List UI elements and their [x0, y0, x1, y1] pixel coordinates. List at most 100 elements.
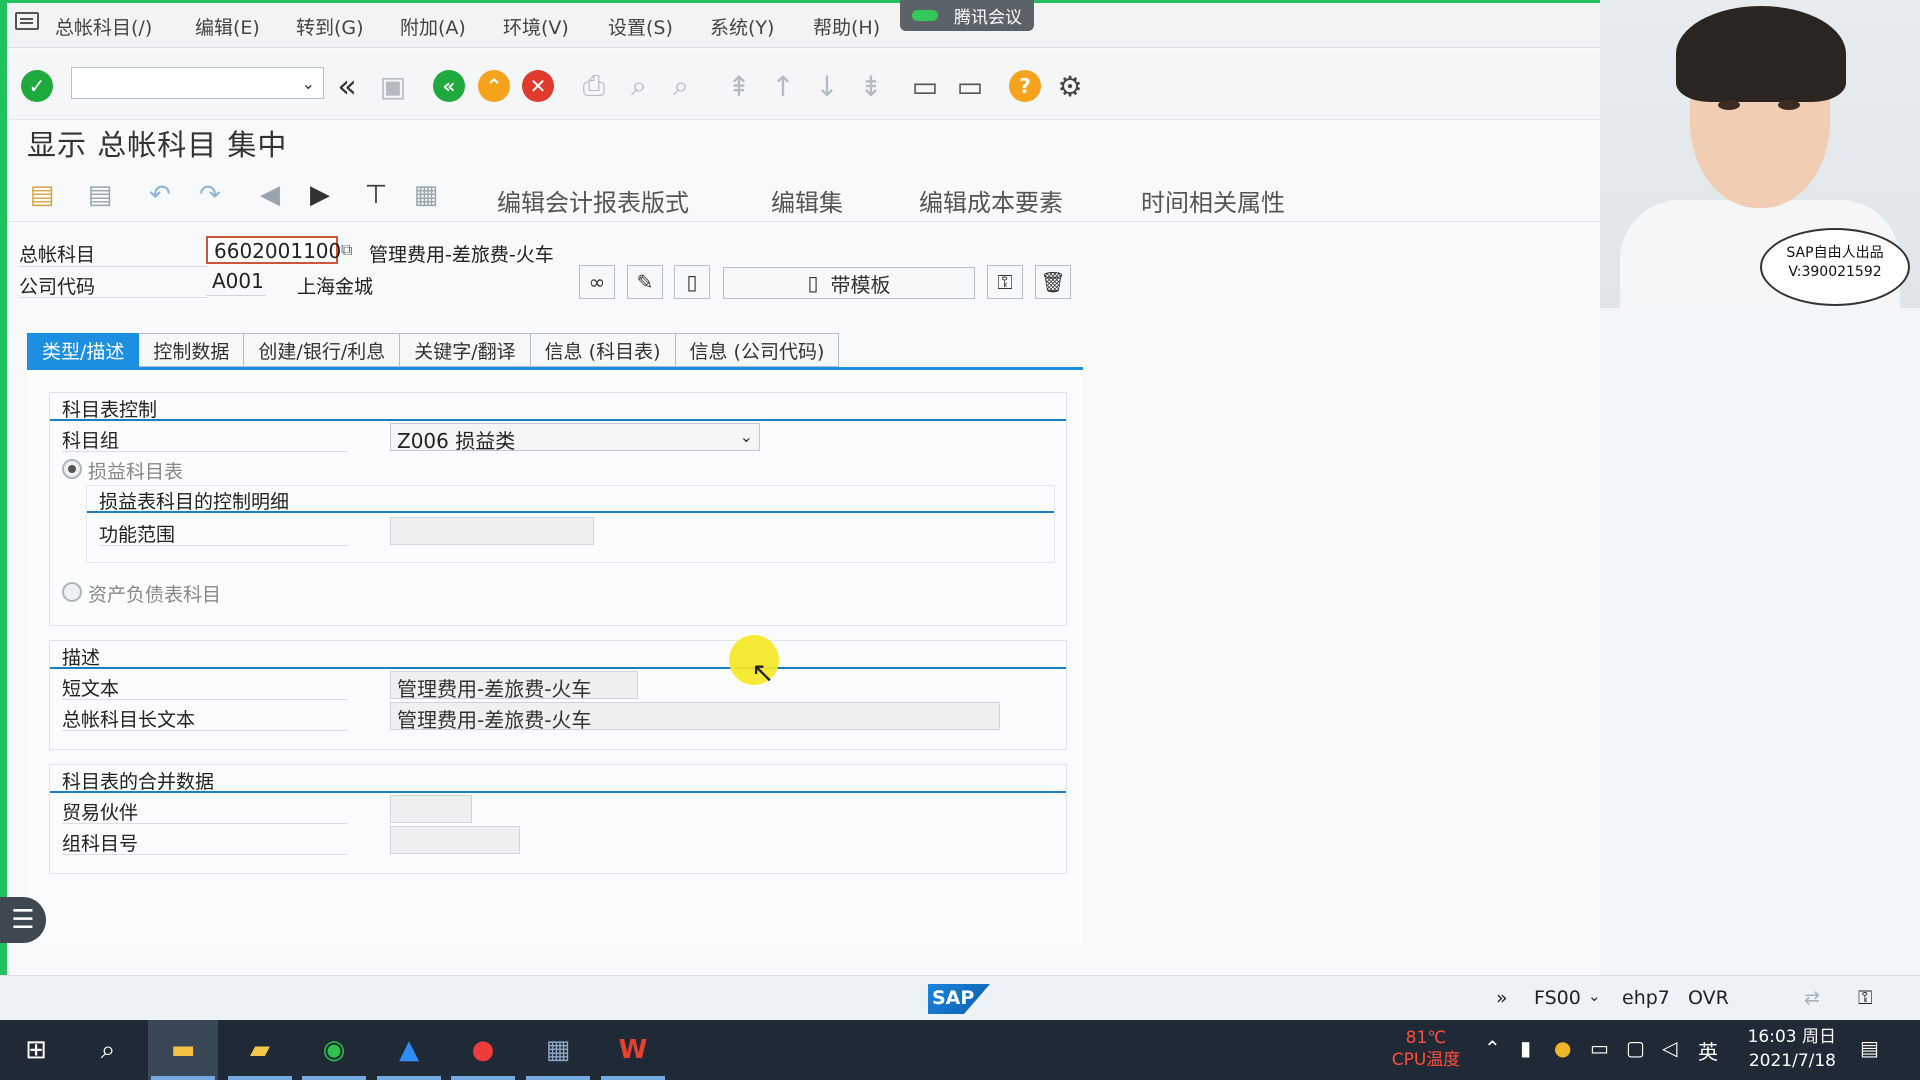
menu-gl-account[interactable]: 总帐科目(/)	[55, 13, 152, 40]
menu-environment[interactable]: 环境(V)	[503, 13, 569, 40]
recorder-icon[interactable]: ●	[463, 1030, 503, 1070]
menu-edit[interactable]: 编辑(E)	[195, 13, 260, 40]
sap-logon-icon[interactable]: ▬	[163, 1030, 203, 1070]
display-glasses-icon[interactable]: ∞	[579, 265, 615, 299]
menu-extras[interactable]: 附加(A)	[400, 13, 466, 40]
time-dependent-attributes-button[interactable]: 时间相关属性	[1141, 183, 1285, 218]
volume-icon[interactable]: ◁	[1662, 1036, 1677, 1060]
collapse-icon[interactable]: «	[329, 67, 365, 105]
page-title: 显示 总帐科目 集中	[27, 128, 288, 162]
notification-icon[interactable]: ▤	[1860, 1036, 1879, 1060]
command-field[interactable]: ⌄	[71, 67, 324, 99]
lock-icon[interactable]: ⚿	[1858, 987, 1872, 1009]
pl-account-radio[interactable]	[62, 459, 82, 479]
menu-system[interactable]: 系统(Y)	[710, 13, 774, 40]
tab-info-company-code[interactable]: 信息 (公司代码)	[675, 333, 840, 367]
tab-keywords-translation[interactable]: 关键字/翻译	[400, 333, 531, 367]
find-next-icon[interactable]: ⌕	[663, 68, 699, 104]
active-indicator	[451, 1076, 515, 1080]
description-title: 描述	[62, 647, 101, 669]
gl-account-label: 总帐科目	[19, 244, 96, 266]
hierarchy-icon[interactable]: ⊤	[359, 178, 393, 212]
menu-goto[interactable]: 转到(G)	[296, 13, 364, 40]
new-session-icon[interactable]: ▭	[907, 68, 943, 104]
lock-icon[interactable]: ⚿	[987, 265, 1023, 299]
windows-start-icon[interactable]: ⊞	[16, 1030, 56, 1070]
transaction-code[interactable]: FS00	[1534, 987, 1581, 1009]
help-button[interactable]: ?	[1007, 68, 1043, 104]
document-icon[interactable]: ▦	[409, 178, 443, 212]
company-code-label: 公司代码	[19, 276, 96, 298]
enter-button[interactable]: ✓	[19, 68, 55, 104]
with-template-button[interactable]: ▯ 带模板	[723, 267, 975, 299]
short-text-input[interactable]: 管理费用-差旅费-火车	[390, 671, 638, 701]
pl-detail-title: 损益表科目的控制明细	[99, 491, 290, 513]
search-icon[interactable]: ⌕	[88, 1030, 128, 1070]
first-page-icon[interactable]: ⇞	[721, 68, 757, 104]
find-icon[interactable]: ⌕	[621, 68, 657, 104]
tab-create-bank-interest[interactable]: 创建/银行/利息	[244, 333, 401, 367]
last-page-icon[interactable]: ⇟	[853, 68, 889, 104]
copy-icon[interactable]: ⧉	[341, 240, 352, 260]
chevron-down-icon[interactable]: ⌄	[1588, 987, 1601, 1005]
company-code-input[interactable]: A001	[206, 268, 266, 296]
expand-icon[interactable]: »	[1496, 987, 1508, 1009]
clock[interactable]: 16:03 周日 2021/7/18	[1726, 1025, 1836, 1073]
bs-account-radio[interactable]	[62, 582, 82, 602]
network-icon[interactable]: ▢	[1626, 1036, 1645, 1060]
long-text-input[interactable]: 管理费用-差旅费-火车	[390, 702, 1000, 732]
input-method[interactable]: 英	[1698, 1036, 1718, 1065]
trading-partner-input[interactable]	[390, 795, 472, 823]
tab-info-chart[interactable]: 信息 (科目表)	[530, 333, 676, 367]
account-group-select[interactable]: Z006 损益类 ⌄	[390, 423, 760, 453]
redo-icon[interactable]: ↷	[193, 178, 227, 212]
exit-button[interactable]: ⌃	[476, 68, 512, 104]
paste-icon[interactable]: ▤	[25, 178, 59, 212]
next-page-icon[interactable]: ↓	[809, 68, 845, 104]
microphone-icon[interactable]: ▮	[1520, 1036, 1531, 1060]
undo-icon[interactable]: ↶	[143, 178, 177, 212]
calculator-icon[interactable]: ▦	[538, 1030, 578, 1070]
qq-icon[interactable]: ●	[1554, 1036, 1571, 1060]
group-account-input[interactable]	[390, 826, 520, 854]
battery-icon[interactable]: ▭	[1590, 1036, 1609, 1060]
cancel-button[interactable]: ✕	[520, 68, 556, 104]
back-button[interactable]: «	[431, 68, 467, 104]
tab-type-description[interactable]: 类型/描述	[27, 333, 140, 367]
gear-icon[interactable]: ⚙	[1052, 68, 1088, 104]
print-icon[interactable]: ⎙	[576, 68, 612, 104]
menu-settings[interactable]: 设置(S)	[608, 13, 673, 40]
system-menu-icon[interactable]	[15, 12, 39, 30]
folder-icon[interactable]: ▰	[240, 1030, 280, 1070]
group-rule	[50, 791, 1066, 793]
presenter-eye	[1718, 100, 1740, 110]
functional-area-input[interactable]	[390, 517, 594, 545]
divider	[19, 297, 207, 298]
shortcut-icon[interactable]: ▭	[952, 68, 988, 104]
previous-icon[interactable]: ◀	[253, 178, 287, 212]
wps-icon[interactable]: W	[613, 1030, 653, 1070]
next-icon[interactable]: ▶	[303, 178, 337, 212]
edit-cost-element-button[interactable]: 编辑成本要素	[919, 183, 1063, 218]
clock-date: 2021/7/18	[1748, 1051, 1836, 1071]
trash-icon[interactable]: 🗑	[1035, 265, 1071, 299]
copy-icon[interactable]: ▤	[83, 178, 117, 212]
chart-control-title: 科目表控制	[62, 399, 158, 421]
previous-page-icon[interactable]: ↑	[765, 68, 801, 104]
pencil-icon[interactable]: ✎	[627, 265, 663, 299]
edit-set-button[interactable]: 编辑集	[771, 183, 843, 218]
gl-account-input[interactable]: 6602001100	[206, 236, 341, 264]
tab-control-data[interactable]: 控制数据	[139, 333, 245, 367]
edit-fs-version-button[interactable]: 编辑会计报表版式	[497, 183, 689, 218]
active-indicator	[151, 1076, 215, 1080]
tray-expand-icon[interactable]: ⌃	[1484, 1036, 1501, 1060]
meeting-app-icon[interactable]: ▲	[389, 1030, 429, 1070]
save-icon[interactable]: ▣	[375, 68, 411, 104]
back-icon: «	[433, 70, 465, 102]
meeting-badge[interactable]: 腾讯会议	[900, 0, 1034, 31]
list-menu-button[interactable]: ☰	[0, 897, 46, 943]
wechat-icon[interactable]: ◉	[314, 1030, 354, 1070]
create-icon[interactable]: ▯	[674, 265, 710, 299]
menu-help[interactable]: 帮助(H)	[813, 13, 880, 40]
insert-mode[interactable]: OVR	[1688, 987, 1729, 1009]
